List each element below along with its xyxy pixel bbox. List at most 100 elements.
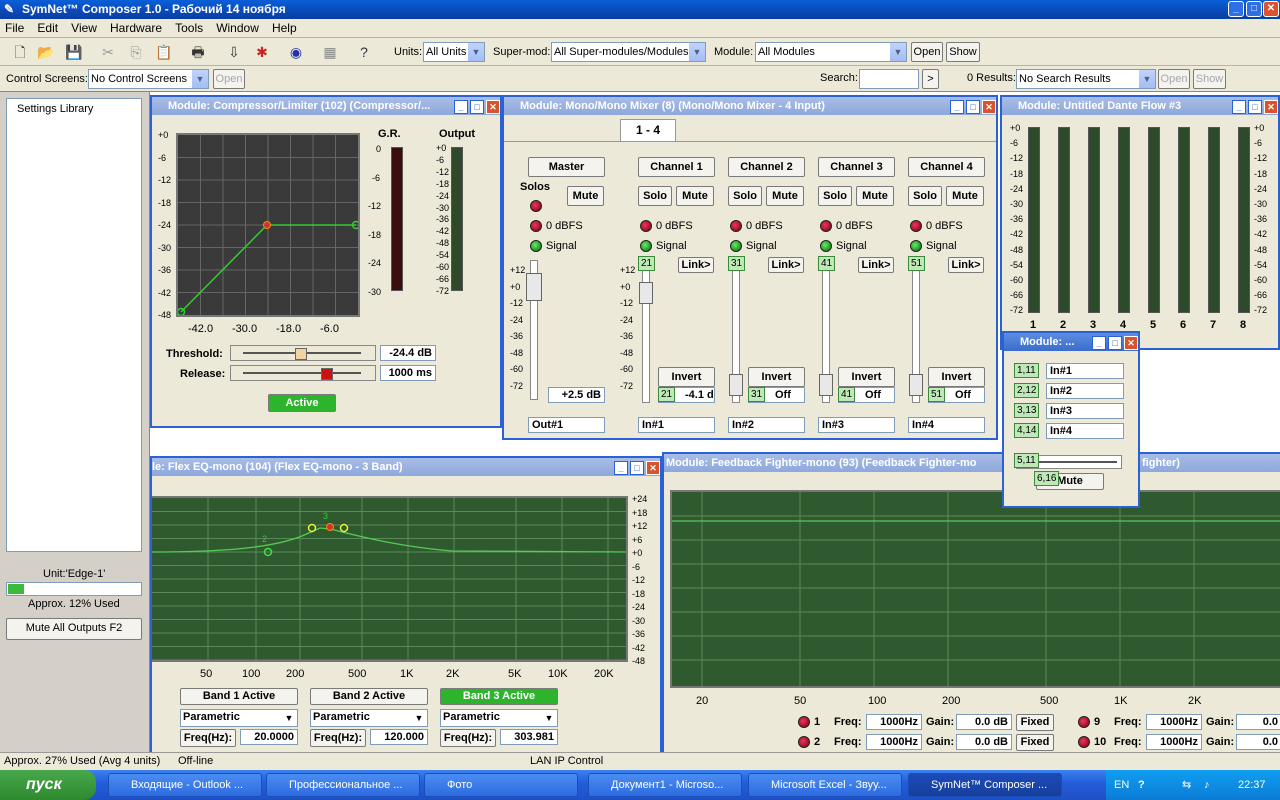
master-fader[interactable] [526, 260, 542, 400]
results-select[interactable]: No Search Results ▼ [1016, 69, 1156, 89]
eq-band-3-type-select[interactable]: Parametric ▼ [440, 709, 558, 727]
task-browser[interactable]: Профессиональное ... [266, 773, 420, 797]
save-icon[interactable]: 💾 [64, 42, 84, 62]
threshold-slider-handle[interactable] [295, 348, 307, 360]
channel-3-fader-handle[interactable] [819, 374, 833, 396]
channel-4-invert-button[interactable]: Invert [928, 367, 985, 387]
ff-filter-1-mode-button[interactable]: Fixed [1016, 714, 1054, 731]
new-file-icon[interactable]: 🗋 [10, 42, 30, 62]
eq-band2-right-point[interactable] [339, 523, 349, 533]
minimize-icon[interactable]: _ [1232, 100, 1246, 114]
eq-band-2-active-button[interactable]: Band 2 Active [310, 688, 428, 705]
maximize-icon[interactable]: □ [630, 461, 644, 475]
compressor-threshold-point[interactable] [263, 221, 271, 229]
close-icon[interactable]: ✕ [486, 100, 500, 114]
help-tray-icon[interactable]: ? [1138, 770, 1145, 800]
close-icon[interactable]: ✕ [1264, 100, 1278, 114]
channel-3-fader[interactable] [819, 263, 833, 403]
help-icon[interactable]: ? [354, 42, 374, 62]
ff-filter-1-freq[interactable]: 1000Hz [866, 714, 922, 730]
channel-1-input-name[interactable]: In#1 [638, 417, 715, 433]
tab-1-4[interactable]: 1 - 4 [620, 119, 676, 141]
channel-3-mute-button[interactable]: Mute [856, 186, 894, 206]
eq-band-2-type-select[interactable]: Parametric ▼ [310, 709, 428, 727]
menu-hardware[interactable]: Hardware [105, 19, 167, 37]
maximize-icon[interactable]: □ [1108, 336, 1122, 350]
threshold-slider[interactable] [230, 345, 376, 361]
ff-filter-1-gain[interactable]: 0.0 dB [956, 714, 1012, 730]
print-icon[interactable]: 🖶 [188, 42, 208, 62]
ff-window-title[interactable]: Module: Feedback Fighter-mono (93) (Feed… [664, 454, 1280, 472]
master-output-name[interactable]: Out#1 [528, 417, 605, 433]
menu-tools[interactable]: Tools [170, 19, 208, 37]
hardware-icon[interactable]: ▦ [320, 42, 340, 62]
master-gain-value[interactable]: +2.5 dB [548, 387, 605, 403]
module-open-button[interactable]: Open [911, 42, 943, 62]
menu-help[interactable]: Help [267, 19, 302, 37]
task-outlook[interactable]: Входящие - Outlook ... [108, 773, 262, 797]
wizard-icon[interactable]: ✱ [252, 42, 272, 62]
channel-4-fader-handle[interactable] [909, 374, 923, 396]
minimize-icon[interactable]: _ [950, 100, 964, 114]
module-show-button[interactable]: Show [946, 42, 980, 62]
menu-edit[interactable]: Edit [32, 19, 63, 37]
release-slider-handle[interactable] [321, 368, 333, 380]
search-go-button[interactable]: > [922, 69, 939, 89]
channel-4-fader[interactable] [909, 263, 923, 403]
maximize-icon[interactable]: □ [966, 100, 980, 114]
menu-file[interactable]: File [0, 19, 29, 37]
minimize-button[interactable]: _ [1228, 1, 1244, 17]
small-module-input-name[interactable]: In#4 [1046, 423, 1124, 439]
channel-2-fader-handle[interactable] [729, 374, 743, 396]
channel-2-input-name[interactable]: In#2 [728, 417, 805, 433]
eq-band-3-freq-value[interactable]: 303.981 [500, 729, 558, 745]
module-select[interactable]: All Modules ▼ [755, 42, 907, 62]
download-icon[interactable]: ⇩ [224, 42, 244, 62]
mixer-window-title[interactable]: Module: Mono/Mono Mixer (8) (Mono/Mono M… [504, 97, 996, 115]
ff-filter-9-gain[interactable]: 0.0 [1236, 714, 1280, 730]
start-button[interactable]: пуск [0, 770, 96, 800]
eq-band2-left-point[interactable] [307, 523, 317, 533]
eq-band-3-active-button[interactable]: Band 3 Active [440, 688, 558, 705]
close-icon[interactable]: ✕ [982, 100, 996, 114]
channel-2-mute-button[interactable]: Mute [766, 186, 804, 206]
results-open-button[interactable]: Open [1158, 69, 1190, 89]
cut-icon[interactable]: ✂ [98, 42, 118, 62]
units-select[interactable]: All Units ▼ [423, 42, 485, 62]
channel-2-invert-button[interactable]: Invert [748, 367, 805, 387]
ff-filter-10-gain[interactable]: 0.0 [1236, 734, 1280, 750]
channel-2-solo-button[interactable]: Solo [728, 186, 762, 206]
ff-filter-2-mode-button[interactable]: Fixed [1016, 734, 1054, 751]
eq-band-1-active-button[interactable]: Band 1 Active [180, 688, 298, 705]
maximize-icon[interactable]: □ [1248, 100, 1262, 114]
maximize-icon[interactable]: □ [470, 100, 484, 114]
minimize-icon[interactable]: _ [1092, 336, 1106, 350]
network-tray-icon[interactable]: ⇆ [1182, 770, 1191, 800]
channel-3-link-button[interactable]: Link> [858, 257, 894, 273]
channel-1-fader-handle[interactable] [639, 282, 653, 304]
channel-1-fader[interactable] [639, 263, 653, 403]
eq-band-1-type-select[interactable]: Parametric ▼ [180, 709, 298, 727]
close-button[interactable]: ✕ [1263, 1, 1279, 17]
control-screens-open-button[interactable]: Open [213, 69, 245, 89]
menu-view[interactable]: View [66, 19, 102, 37]
control-screens-select[interactable]: No Control Screens ▼ [88, 69, 209, 89]
task-photos[interactable]: Фото [424, 773, 578, 797]
channel-1-mute-button[interactable]: Mute [676, 186, 714, 206]
paste-icon[interactable]: 📋 [154, 42, 174, 62]
ff-filter-10-freq[interactable]: 1000Hz [1146, 734, 1202, 750]
eq-band3-point[interactable] [326, 523, 334, 531]
close-icon[interactable]: ✕ [646, 461, 660, 475]
active-button[interactable]: Active [268, 394, 336, 412]
channel-2-link-button[interactable]: Link> [768, 257, 804, 273]
channel-1-solo-button[interactable]: Solo [638, 186, 672, 206]
small-module-input-name[interactable]: In#3 [1046, 403, 1124, 419]
channel-3-solo-button[interactable]: Solo [818, 186, 852, 206]
ff-filter-2-freq[interactable]: 1000Hz [866, 734, 922, 750]
ff-filter-2-gain[interactable]: 0.0 dB [956, 734, 1012, 750]
results-show-button[interactable]: Show [1193, 69, 1226, 89]
channel-4-link-button[interactable]: Link> [948, 257, 984, 273]
supermod-select[interactable]: All Super-modules/Modules ▼ [551, 42, 706, 62]
compressor-window-title[interactable]: Module: Compressor/Limiter (102) (Compre… [152, 97, 500, 115]
channel-4-mute-button[interactable]: Mute [946, 186, 984, 206]
